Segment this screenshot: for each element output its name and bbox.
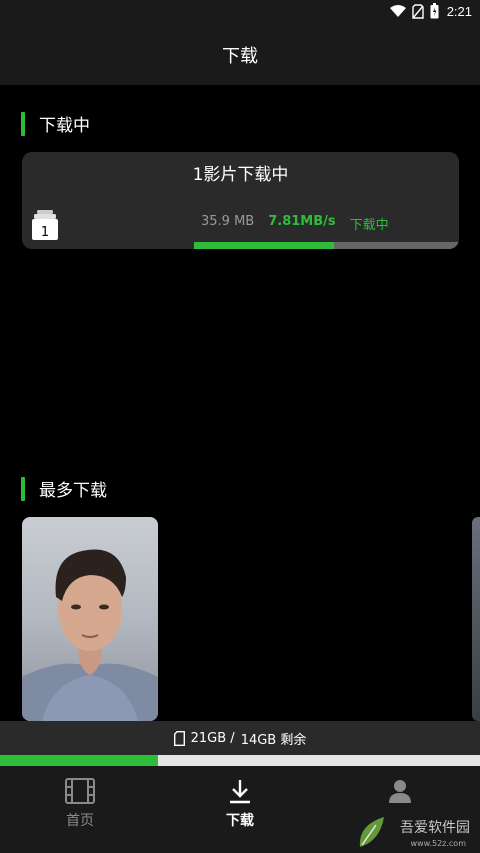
status-bar: 2:21 <box>0 0 480 24</box>
most-downloaded-section-title: 最多下载 <box>39 481 107 501</box>
no-sim-icon <box>411 3 424 19</box>
storage-info: 21GB / 14GB 剩余 <box>0 721 480 755</box>
status-icons: 2:21 <box>389 3 472 19</box>
download-status: 下载中 <box>349 218 389 233</box>
battery-icon <box>430 3 439 19</box>
film-icon <box>65 778 95 804</box>
page-title: 下载 <box>222 45 258 67</box>
status-time: 2:21 <box>446 3 472 19</box>
storage-progress-bar <box>0 755 480 766</box>
watermark-text: 吾爱软件园 <box>400 820 470 836</box>
watermark-logo: 吾爱软件园 www.52z.com <box>356 801 476 851</box>
download-stats: 35.9 MB 7.81MB/s 下载中 <box>201 214 389 233</box>
storage-remaining: 14GB 剩余 <box>240 732 307 748</box>
nav-label-download: 下载 <box>226 813 254 829</box>
app-bar: 下载 <box>0 24 480 85</box>
poster-image <box>22 549 158 721</box>
sd-card-icon <box>173 730 185 746</box>
file-stack-icon: 1 <box>32 210 58 240</box>
count-badge: 1 <box>41 225 49 240</box>
storage-progress-fill <box>0 755 159 766</box>
section-accent-bar <box>21 111 25 136</box>
download-progress-bar <box>194 242 459 249</box>
most-downloaded-section-header: 最多下载 <box>21 476 107 501</box>
downloading-section-header: 下载中 <box>21 111 90 136</box>
movie-poster[interactable] <box>22 517 158 721</box>
nav-item-download[interactable]: 下载 <box>160 766 320 853</box>
download-speed: 7.81MB/s <box>268 214 336 229</box>
download-card-title: 1影片下载中 <box>192 165 289 185</box>
nav-label-home: 首页 <box>66 813 94 829</box>
download-card[interactable]: 1影片下载中 1 35.9 MB 7.81MB/s 下载中 <box>22 152 459 249</box>
download-icon <box>230 780 250 804</box>
download-progress-fill <box>194 242 335 249</box>
storage-used: 21GB / <box>190 730 235 746</box>
watermark-leaf-icon <box>359 817 384 847</box>
downloading-section-title: 下载中 <box>39 116 90 136</box>
next-poster-partial[interactable] <box>472 517 480 721</box>
download-size: 35.9 MB <box>201 214 255 229</box>
nav-item-home[interactable]: 首页 <box>0 766 160 853</box>
watermark-url: www.52z.com <box>410 839 466 848</box>
section-accent-bar <box>21 476 25 501</box>
wifi-icon <box>389 5 406 17</box>
